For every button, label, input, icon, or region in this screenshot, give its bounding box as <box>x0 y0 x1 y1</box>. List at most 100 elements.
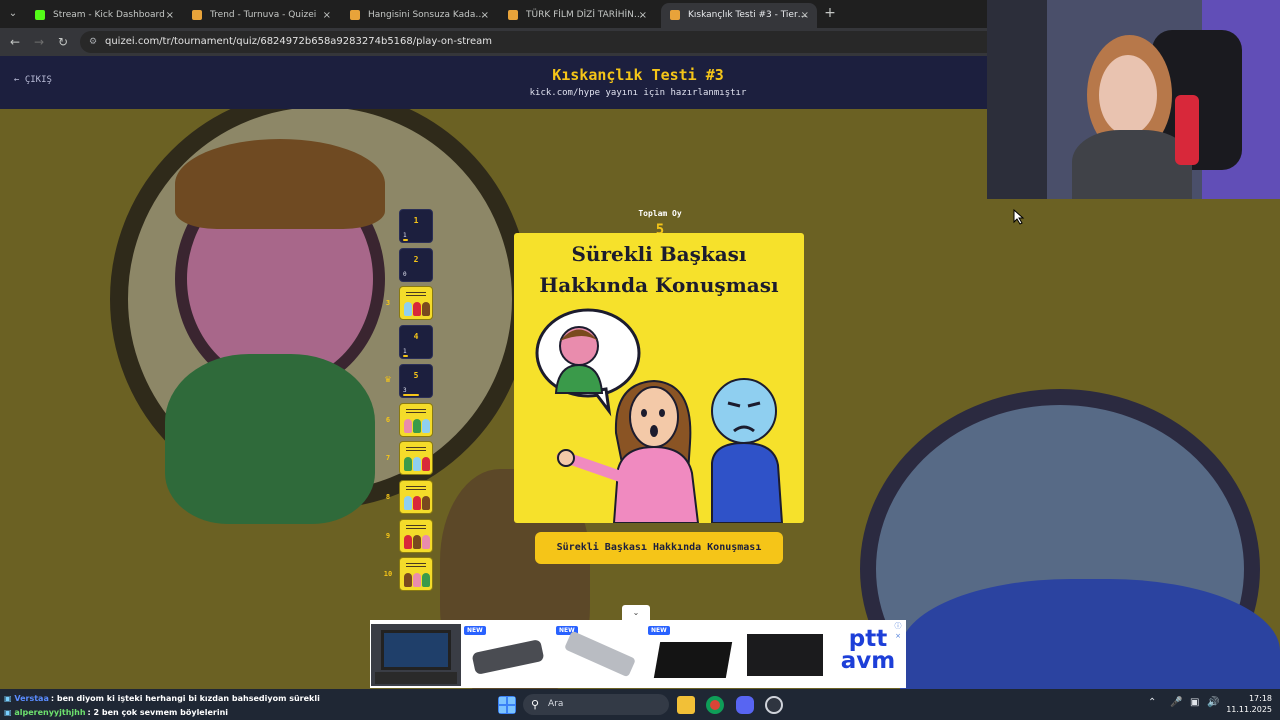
woman-body <box>612 445 700 523</box>
back-arrow-icon[interactable]: ← <box>6 33 24 51</box>
volume-icon[interactable]: 🔊 <box>1207 697 1219 708</box>
reload-icon[interactable]: ↻ <box>54 33 72 51</box>
thumbnail-title-line <box>406 411 426 413</box>
thumbnail-title-line <box>406 292 426 294</box>
discord-icon[interactable] <box>736 696 754 714</box>
thumbnail-figure <box>404 495 412 510</box>
forward-arrow-icon[interactable]: → <box>30 33 48 51</box>
tab-search-chevron-icon[interactable]: ⌄ <box>5 6 21 22</box>
thumbnail-figure <box>413 573 421 588</box>
new-tab-button[interactable]: + <box>822 4 838 22</box>
tab-close-icon[interactable]: × <box>639 3 647 28</box>
rank-slot[interactable] <box>399 557 433 592</box>
chat-username[interactable]: Verstaa <box>14 694 49 703</box>
browser-tab[interactable]: TÜRK FİLM DİZİ TARİHİNDEKİ EN× <box>499 3 655 28</box>
microphone-icon[interactable]: 🎤 <box>1170 697 1182 708</box>
webcam-sweater <box>1072 130 1192 199</box>
tab-favicon-icon <box>35 10 45 20</box>
rank-number: 5 <box>413 370 419 380</box>
ad-logo[interactable]: ptt avm <box>836 628 900 673</box>
tab-favicon-icon <box>192 10 202 20</box>
card-illustration <box>535 308 784 523</box>
obs-icon[interactable] <box>765 696 783 714</box>
ad-product-usb-drive[interactable]: NEW <box>463 624 553 686</box>
rank-slot[interactable] <box>399 518 433 553</box>
rank-vote-bar <box>403 393 419 396</box>
thumbnail-title-line <box>406 485 426 487</box>
rank-slot[interactable]: 53 <box>399 363 433 398</box>
webcam-shelf <box>987 0 1047 199</box>
tab-close-icon[interactable]: × <box>801 3 809 28</box>
thumbnail-title-line <box>406 563 426 565</box>
thumbnail-title-line <box>406 408 426 410</box>
tab-label: TÜRK FİLM DİZİ TARİHİNDEKİ EN <box>526 10 646 20</box>
mouse-cursor-icon <box>1013 209 1025 225</box>
total-votes-label: Toplam Oy <box>638 209 682 218</box>
rank-slot[interactable]: 11 <box>399 209 433 243</box>
rank-vote-bar <box>403 239 408 241</box>
url-text[interactable]: quizei.com/tr/tournament/quiz/6824972b65… <box>105 31 492 53</box>
rank-votes: 1 <box>403 348 407 356</box>
browser-tab[interactable]: Hangisini Sonsuza Kadar Yasakla× <box>341 3 497 28</box>
thumbnail-figure <box>404 573 412 588</box>
browser-tabstrip: ⌄ Stream - Kick Dashboard × Trend - Turnuv… <box>0 0 987 28</box>
taskbar-clock[interactable]: 17:18 11.11.2025 <box>1224 693 1272 715</box>
chat-text: : ben diyom ki işteki herhangi bi kızdan… <box>50 694 320 703</box>
new-badge: NEW <box>464 626 486 635</box>
ad-info-close-icon[interactable]: ⓘ × <box>891 621 905 640</box>
browser-tab[interactable]: Stream - Kick Dashboard × <box>26 3 182 28</box>
thumbnail-title-line <box>406 447 426 449</box>
address-bar[interactable]: ⚙ quizei.com/tr/tournament/quiz/6824972b… <box>80 31 987 53</box>
tab-close-icon[interactable]: × <box>166 3 174 28</box>
chat-badge-icon: ▣ <box>4 694 15 703</box>
ad-banner[interactable]: NEW NEW NEW <box>370 620 906 688</box>
chat-text: : 2 ben çok sevmem böylelerini <box>87 708 229 717</box>
rank-slot[interactable]: 20 <box>399 247 433 282</box>
thumbnail-figure <box>422 534 430 549</box>
webcam-face <box>1099 55 1157 135</box>
new-badge: NEW <box>648 626 670 635</box>
rank-position-label: 3 <box>385 299 391 308</box>
thumbnail-title-line <box>406 566 426 568</box>
file-explorer-icon[interactable] <box>677 696 695 714</box>
rank-slot[interactable] <box>399 402 433 437</box>
ad-product-laptop[interactable] <box>371 624 461 686</box>
tab-label: Trend - Turnuva - Quizei <box>210 10 317 20</box>
rank-votes: 3 <box>403 386 407 394</box>
background-hair <box>175 139 385 229</box>
rank-slot[interactable] <box>399 479 433 514</box>
ad-product-flash-drive[interactable]: NEW <box>555 624 645 686</box>
taskbar-search[interactable]: ⚲ Ara <box>523 694 669 715</box>
rank-number: 1 <box>413 216 419 225</box>
choice-button[interactable]: Sürekli Başkası Hakkında Konuşması <box>535 532 783 564</box>
chevron-down-icon[interactable]: ⌄ <box>622 605 650 620</box>
ad-product-mini-pc-2[interactable] <box>739 624 829 686</box>
thumbnail-title-line <box>406 450 426 452</box>
thumbnail-figure <box>413 302 421 317</box>
quiz-header: ← ÇIKIŞ Kıskançlık Testi #3 kick.com/hyp… <box>0 56 987 109</box>
thumbnail-figure <box>404 418 412 433</box>
tab-close-icon[interactable]: × <box>323 3 331 28</box>
quiz-choice-card[interactable]: Sürekli Başkası Hakkında Konuşması <box>514 233 804 523</box>
site-info-icon[interactable]: ⚙ <box>86 35 100 49</box>
thumbnail-figure <box>413 495 421 510</box>
browser-tab[interactable]: Kıskançlık Testi #3 - Tier List, Kö× <box>661 3 817 28</box>
chrome-icon[interactable] <box>706 696 724 714</box>
rank-votes: 1 <box>403 232 407 239</box>
chat-username[interactable]: alperenyyjthjhh <box>14 708 85 717</box>
woman-eye-left <box>641 409 647 417</box>
thumbnail-figure <box>422 457 430 472</box>
thumbnail-figure <box>422 495 430 510</box>
windows-start-icon[interactable] <box>498 696 516 714</box>
network-icon[interactable]: ▣ <box>1190 697 1199 708</box>
rank-slot[interactable] <box>399 441 433 476</box>
rank-slot[interactable] <box>399 286 433 321</box>
ad-product-mini-pc[interactable]: NEW <box>647 624 737 686</box>
browser-tab[interactable]: Trend - Turnuva - Quizei × <box>183 3 339 28</box>
tab-close-icon[interactable]: × <box>481 3 489 28</box>
rank-slot[interactable]: 41 <box>399 325 433 360</box>
tab-favicon-icon <box>350 10 360 20</box>
chevron-up-icon[interactable]: ⌃ <box>1148 697 1156 708</box>
thumbnail-figure <box>422 302 430 317</box>
thumbnail-figure <box>404 534 412 549</box>
